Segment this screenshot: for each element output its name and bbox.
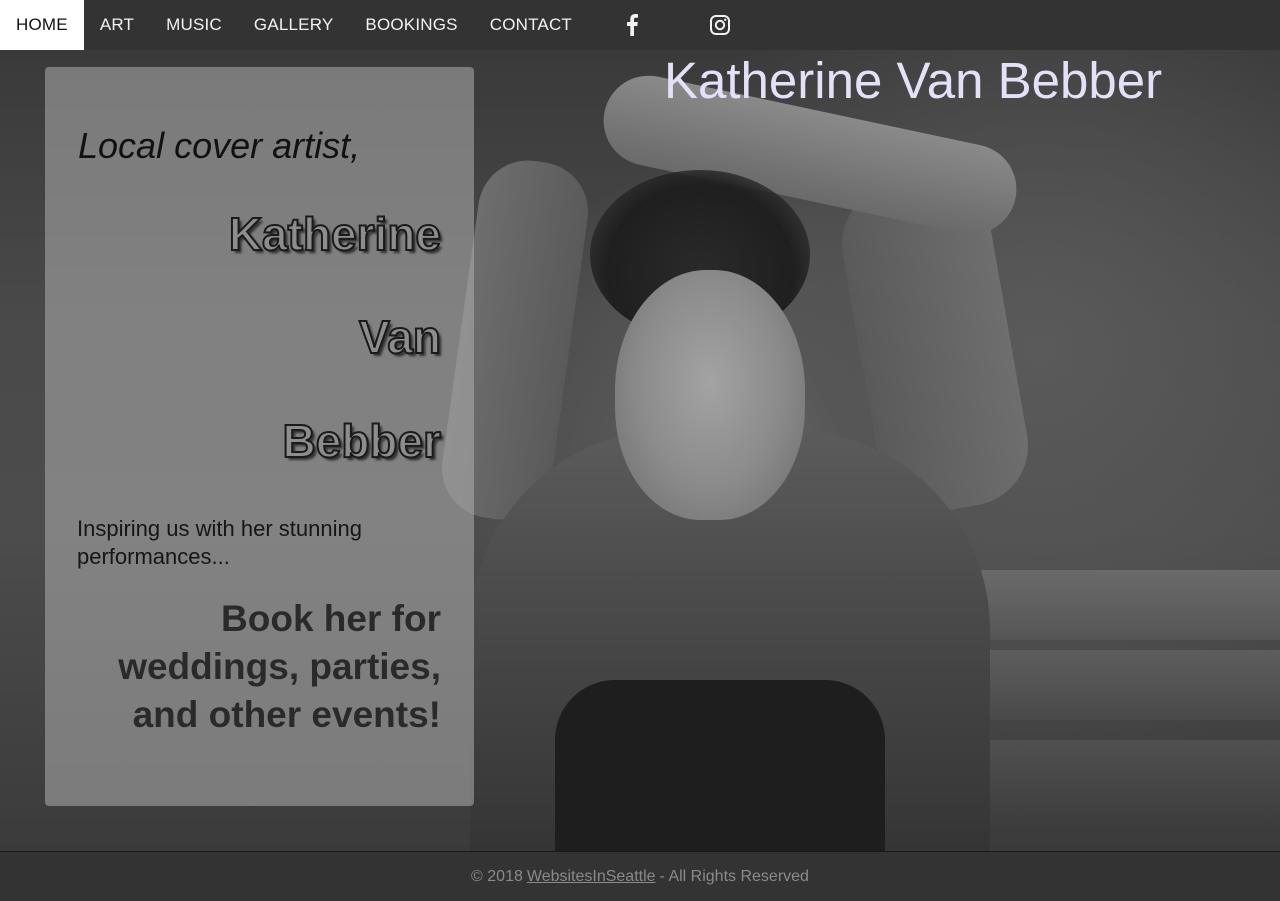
nav-art-link[interactable]: ART <box>84 0 150 50</box>
hero-title: Katherine Van Bebber <box>664 52 1163 109</box>
websitesinseattle-link[interactable]: WebsitesInSeattle <box>527 868 656 886</box>
page-footer: © 2018 WebsitesInSeattle - All Rights Re… <box>0 851 1280 901</box>
instagram-icon[interactable] <box>676 0 764 50</box>
nav-contact-link[interactable]: CONTACT <box>474 0 588 50</box>
nav-gallery-link[interactable]: GALLERY <box>238 0 350 50</box>
subtitle-text: Inspiring us with her stunning performan… <box>77 516 362 569</box>
photo-figure-face <box>615 270 805 520</box>
copyright-text: © 2018 <box>471 867 523 885</box>
intro-panel: Local cover artist, Katherine Van Bebber… <box>45 67 474 806</box>
nav-bookings-link[interactable]: BOOKINGS <box>349 0 473 50</box>
facebook-icon[interactable] <box>588 0 676 50</box>
nav-music-link[interactable]: MUSIC <box>150 0 238 50</box>
name-line-middle: Van <box>358 310 442 364</box>
top-navigation-bar: HOME ART MUSIC GALLERY BOOKINGS CONTACT <box>0 0 1280 50</box>
booking-call-to-action: Book her for weddings, parties, and othe… <box>118 598 441 735</box>
name-line-last: Bebber <box>282 414 442 468</box>
nav-home-link[interactable]: HOME <box>0 0 84 50</box>
name-line-first: Katherine <box>228 207 442 261</box>
tagline-text: Local cover artist, <box>78 125 361 166</box>
photo-figure-top <box>555 680 885 851</box>
rights-reserved-text: - All Rights Reserved <box>659 867 809 885</box>
